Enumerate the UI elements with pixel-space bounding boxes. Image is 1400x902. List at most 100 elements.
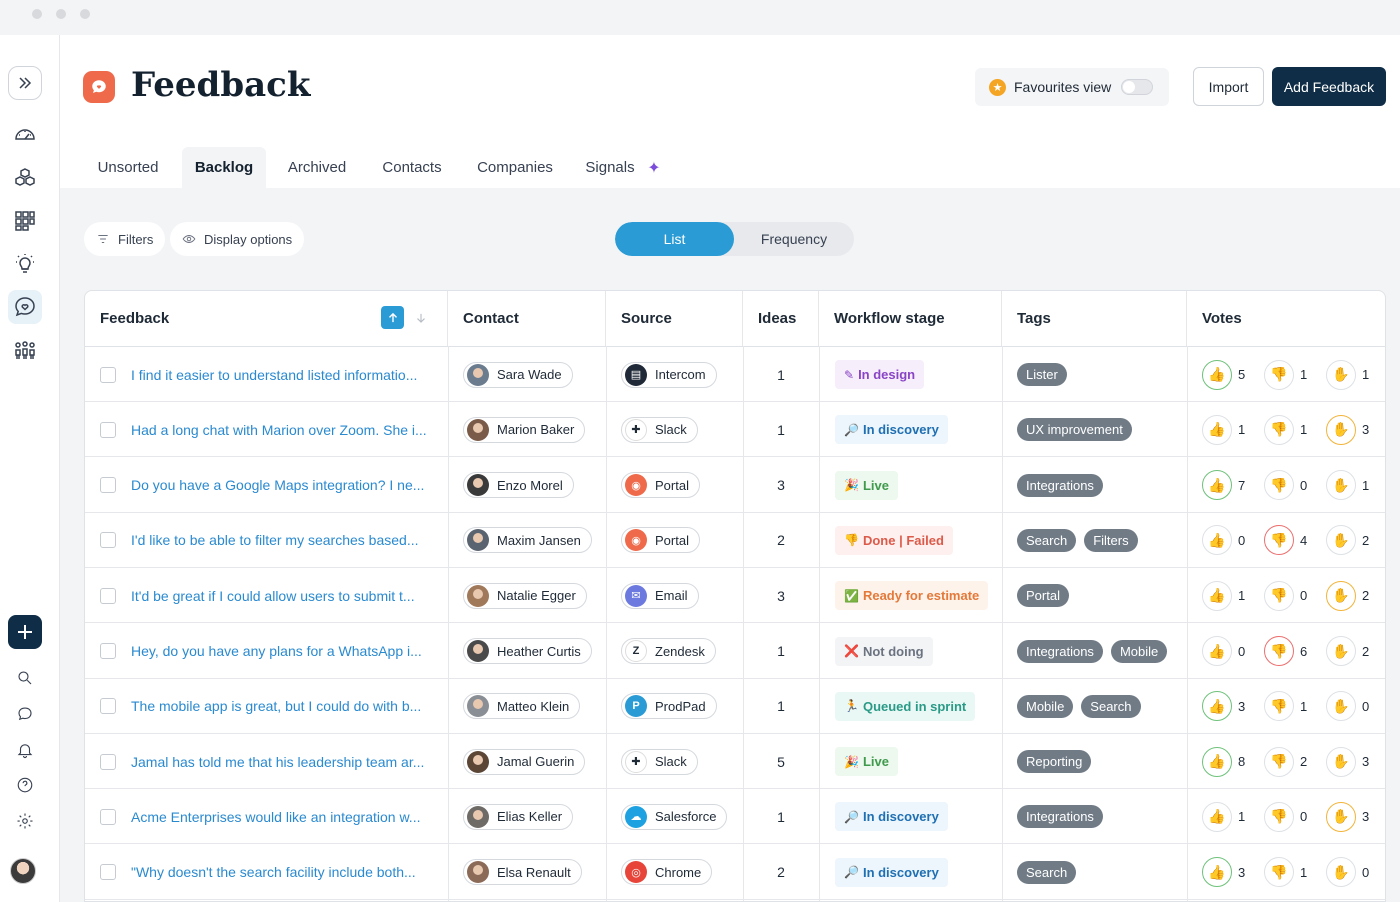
workflow-stage-badge[interactable]: 👎 Done | Failed <box>835 525 953 555</box>
downvote-control[interactable]: 👎 0 <box>1264 580 1312 611</box>
table-row[interactable]: "Why doesn't the search facility include… <box>85 845 1385 900</box>
raise-hand-control[interactable]: ✋ 3 <box>1326 414 1374 445</box>
raised-hand-icon[interactable]: ✋ <box>1326 801 1356 832</box>
tag-badge[interactable]: Integrations <box>1017 639 1103 663</box>
thumbs-down-icon[interactable]: 👎 <box>1264 580 1294 611</box>
feedback-link[interactable]: I'd like to be able to filter my searche… <box>131 532 419 548</box>
upvote-control[interactable]: 👍 7 <box>1202 470 1250 501</box>
sort-ascending-button[interactable] <box>381 306 404 329</box>
source-chip[interactable]: P ProdPad <box>621 693 717 720</box>
tab-contacts[interactable]: Contacts <box>372 147 452 188</box>
feedback-link[interactable]: It'd be great if I could allow users to … <box>131 588 415 604</box>
feedback-link[interactable]: Had a long chat with Marion over Zoom. S… <box>131 422 427 438</box>
row-checkbox[interactable] <box>100 698 116 715</box>
row-checkbox[interactable] <box>100 864 116 881</box>
row-checkbox[interactable] <box>100 587 116 604</box>
tag-badge[interactable]: Mobile <box>1017 694 1074 718</box>
import-button[interactable]: Import <box>1193 67 1264 106</box>
table-row[interactable]: The mobile app is great, but I could do … <box>85 679 1385 734</box>
column-header-contact[interactable]: Contact <box>448 291 606 346</box>
sidebar-item-feedback[interactable] <box>8 290 42 324</box>
tag-badge[interactable]: Reporting <box>1017 750 1092 774</box>
favourites-view-toggle[interactable]: ★ Favourites view <box>975 68 1169 106</box>
tag-badge[interactable]: UX improvement <box>1017 418 1132 442</box>
raise-hand-control[interactable]: ✋ 3 <box>1326 746 1374 777</box>
row-checkbox[interactable] <box>100 808 116 825</box>
contact-chip[interactable]: Sara Wade <box>463 361 573 388</box>
raised-hand-icon[interactable]: ✋ <box>1326 414 1356 445</box>
table-row[interactable]: I find it easier to understand listed in… <box>85 347 1385 402</box>
workflow-stage-badge[interactable]: 🎉 Live <box>835 470 898 500</box>
tag-badge[interactable]: Search <box>1081 694 1141 718</box>
raise-hand-control[interactable]: ✋ 2 <box>1326 580 1374 611</box>
tag-badge[interactable]: Integrations <box>1017 805 1103 829</box>
settings-button[interactable] <box>8 804 42 838</box>
source-chip[interactable]: ✚ Slack <box>621 748 698 775</box>
add-feedback-button[interactable]: Add Feedback <box>1272 67 1386 106</box>
contact-chip[interactable]: Jamal Guerin <box>463 748 586 775</box>
contact-chip[interactable]: Maxim Jansen <box>463 527 592 554</box>
contact-chip[interactable]: Enzo Morel <box>463 472 574 499</box>
search-button[interactable] <box>8 661 42 695</box>
source-chip[interactable]: ✚ Slack <box>621 416 698 443</box>
tab-companies[interactable]: Companies <box>470 147 560 188</box>
upvote-control[interactable]: 👍 5 <box>1202 359 1250 390</box>
create-new-button[interactable] <box>8 615 42 649</box>
downvote-control[interactable]: 👎 4 <box>1264 525 1312 556</box>
feedback-link[interactable]: I find it easier to understand listed in… <box>131 367 417 383</box>
tab-archived[interactable]: Archived <box>277 147 357 188</box>
source-chip[interactable]: ✉ Email <box>621 582 699 609</box>
sidebar-item-dashboard[interactable] <box>8 117 42 151</box>
source-chip[interactable]: Z Zendesk <box>621 638 716 664</box>
raise-hand-control[interactable]: ✋ 0 <box>1326 857 1374 888</box>
raised-hand-icon[interactable]: ✋ <box>1326 746 1356 777</box>
tag-badge[interactable]: Integrations <box>1017 473 1103 497</box>
thumbs-up-icon[interactable]: 👍 <box>1202 580 1232 611</box>
favourites-switch[interactable] <box>1121 79 1154 95</box>
raise-hand-control[interactable]: ✋ 1 <box>1326 470 1374 501</box>
column-header-feedback[interactable]: Feedback <box>85 291 448 346</box>
workflow-stage-badge[interactable]: ✎ In design <box>835 360 925 389</box>
contact-chip[interactable]: Elsa Renault <box>463 859 582 886</box>
thumbs-up-icon[interactable]: 👍 <box>1202 359 1232 390</box>
thumbs-down-icon[interactable]: 👎 <box>1264 691 1294 722</box>
thumbs-down-icon[interactable]: 👎 <box>1264 746 1294 777</box>
raised-hand-icon[interactable]: ✋ <box>1326 470 1356 501</box>
contact-chip[interactable]: Marion Baker <box>463 416 586 443</box>
downvote-control[interactable]: 👎 1 <box>1264 857 1312 888</box>
raised-hand-icon[interactable]: ✋ <box>1326 691 1356 722</box>
column-header-votes[interactable]: Votes <box>1187 291 1385 346</box>
source-chip[interactable]: ◎ Chrome <box>621 859 713 886</box>
workflow-stage-badge[interactable]: 🏃 Queued in sprint <box>835 691 976 721</box>
downvote-control[interactable]: 👎 0 <box>1264 470 1312 501</box>
thumbs-down-icon[interactable]: 👎 <box>1264 525 1294 556</box>
contact-chip[interactable]: Natalie Egger <box>463 582 587 609</box>
view-frequency-button[interactable]: Frequency <box>734 222 854 256</box>
window-zoom-dot[interactable] <box>80 9 90 19</box>
table-row[interactable]: Hey, do you have any plans for a WhatsAp… <box>85 624 1385 679</box>
row-checkbox[interactable] <box>100 643 116 659</box>
feedback-link[interactable]: Do you have a Google Maps integration? I… <box>131 477 424 493</box>
source-chip[interactable]: ☁ Salesforce <box>621 803 728 830</box>
raise-hand-control[interactable]: ✋ 3 <box>1326 801 1374 832</box>
upvote-control[interactable]: 👍 1 <box>1202 801 1250 832</box>
thumbs-up-icon[interactable]: 👍 <box>1202 691 1232 722</box>
downvote-control[interactable]: 👎 1 <box>1264 359 1312 390</box>
upvote-control[interactable]: 👍 0 <box>1202 525 1250 556</box>
downvote-control[interactable]: 👎 1 <box>1264 691 1312 722</box>
sidebar-item-customers[interactable] <box>8 333 42 367</box>
tag-badge[interactable]: Search <box>1017 528 1077 552</box>
column-header-workflow[interactable]: Workflow stage <box>819 291 1002 346</box>
workflow-stage-badge[interactable]: 🔎 In discovery <box>835 857 948 887</box>
upvote-control[interactable]: 👍 3 <box>1202 691 1250 722</box>
raised-hand-icon[interactable]: ✋ <box>1326 580 1356 611</box>
notifications-button[interactable] <box>8 733 42 767</box>
contact-chip[interactable]: Heather Curtis <box>463 638 592 664</box>
tag-badge[interactable]: Search <box>1017 860 1077 884</box>
tag-badge[interactable]: Lister <box>1017 363 1067 386</box>
thumbs-down-icon[interactable]: 👎 <box>1264 359 1294 390</box>
view-list-button[interactable]: List <box>615 222 734 256</box>
help-button[interactable] <box>8 768 42 802</box>
raised-hand-icon[interactable]: ✋ <box>1326 857 1356 888</box>
chat-button[interactable] <box>8 697 42 731</box>
